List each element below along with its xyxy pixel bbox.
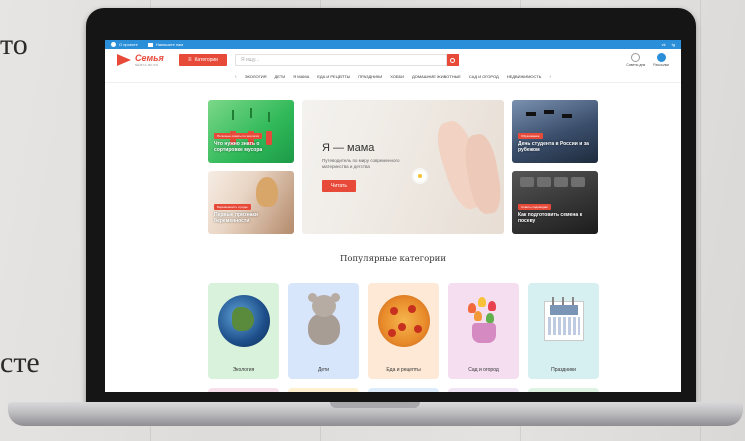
logo-bird-icon — [117, 54, 133, 66]
lightbulb-icon — [631, 53, 641, 62]
flower-pot-icon — [462, 295, 506, 347]
category-card-food[interactable]: Еда и рецепты — [368, 283, 439, 379]
nav-item-mom[interactable]: Я МАМА — [293, 74, 309, 79]
categories-list: Экология Дети Еда и рецепты Сад и огород… — [208, 283, 599, 379]
pizza-icon — [377, 295, 430, 347]
globe-icon — [217, 295, 270, 347]
telegram-icon — [656, 53, 666, 62]
nav-item-ecology[interactable]: ЭКОЛОГИЯ — [245, 74, 267, 79]
category-card-ecology[interactable]: Экология — [208, 283, 279, 379]
hero-subtitle: Путеводитель по миру современного матери… — [322, 158, 400, 169]
logo-subtitle: SEMYA-RF.RU — [135, 62, 159, 67]
about-link[interactable]: О проекте — [111, 42, 138, 47]
popular-categories-title: Популярные категории — [339, 254, 447, 264]
article-card-recycling[interactable]: Полезные советы по экологии Что нужно зн… — [208, 100, 294, 163]
article-card-seeds[interactable]: Советы садоводам Как подготовить семена … — [512, 171, 598, 234]
search-icon — [450, 57, 456, 63]
daily-tips-button[interactable]: Советы дня — [626, 53, 645, 67]
background-text-top: то — [0, 28, 28, 61]
daisy-icon — [414, 170, 426, 182]
main-nav: ‹ ЭКОЛОГИЯ ДЕТИ Я МАМА ЕДА И РЕЦЕПТЫ ПРА… — [105, 71, 681, 83]
hero-main-banner[interactable]: Я — мама Путеводитель по миру современно… — [302, 100, 504, 234]
menu-icon: ≡ — [188, 57, 192, 63]
nav-item-pets[interactable]: ДОМАШНИЕ ЖИВОТНЫЕ — [412, 74, 461, 79]
top-bar: О проекте Напишите нам vk tg — [105, 40, 681, 49]
info-icon — [111, 42, 116, 47]
card-tag: Советы садоводам — [518, 204, 551, 210]
laptop-notch — [330, 402, 420, 408]
card-tag: Беременность и роды — [214, 204, 251, 210]
card-title: Что нужно знать о сортировке мусора — [214, 141, 263, 153]
read-button[interactable]: Читать — [322, 180, 356, 192]
category-card-holidays[interactable]: Праздники — [528, 283, 599, 379]
website-screen: О проекте Напишите нам vk tg Семья SEMYA… — [105, 40, 681, 392]
nav-item-food[interactable]: ЕДА И РЕЦЕПТЫ — [317, 74, 350, 79]
category-card-garden[interactable]: Сад и огород — [448, 283, 519, 379]
card-tag: Образование — [518, 133, 543, 139]
contact-link[interactable]: Напишите нам — [147, 42, 183, 47]
nav-item-holidays[interactable]: ПРАЗДНИКИ — [358, 74, 382, 79]
nav-prev-icon[interactable]: ‹ — [235, 74, 237, 80]
nav-item-realty[interactable]: НЕДВИЖИМОСТЬ — [507, 74, 542, 79]
nav-item-hobby[interactable]: ХОББИ — [390, 74, 404, 79]
telegram-icon[interactable]: tg — [672, 42, 675, 47]
search-input[interactable]: Я ищу... — [234, 54, 447, 66]
background-text-bottom: сте — [0, 346, 40, 379]
site-logo[interactable]: Семья SEMYA-RF.RU — [117, 52, 177, 67]
card-title: Как подготовить семена к посеву — [518, 212, 583, 224]
nav-item-garden[interactable]: САД И ОГОРОД — [469, 74, 499, 79]
card-title: Первые признаки беременности — [214, 212, 258, 224]
hero-title: Я — мама — [322, 142, 375, 154]
card-tag: Полезные советы по экологии — [214, 133, 263, 139]
woman-photo — [256, 177, 278, 207]
nav-next-icon[interactable]: › — [549, 74, 551, 80]
newsletter-button[interactable]: Рассылки — [653, 53, 669, 67]
article-card-pregnancy[interactable]: Беременность и роды Первые признаки бере… — [208, 171, 294, 234]
article-card-students[interactable]: Образование День студента в России и за … — [512, 100, 598, 163]
hero-section: Полезные советы по экологии Что нужно зн… — [208, 100, 598, 234]
mail-icon — [147, 42, 153, 47]
search-button[interactable] — [446, 54, 459, 66]
teddy-bear-icon — [302, 293, 346, 347]
logo-name: Семья — [135, 52, 164, 63]
categories-button[interactable]: ≡ Категории — [179, 54, 227, 66]
category-card-kids[interactable]: Дети — [288, 283, 359, 379]
card-title: День студента в России и за рубежом — [518, 141, 589, 153]
vk-icon[interactable]: vk — [662, 42, 666, 47]
nav-item-kids[interactable]: ДЕТИ — [275, 74, 286, 79]
calendar-icon — [543, 295, 584, 341]
categories-row-2 — [208, 388, 599, 392]
site-header: Семья SEMYA-RF.RU ≡ Категории Я ищу... С… — [105, 49, 681, 71]
seed-tray-photo — [520, 177, 585, 187]
